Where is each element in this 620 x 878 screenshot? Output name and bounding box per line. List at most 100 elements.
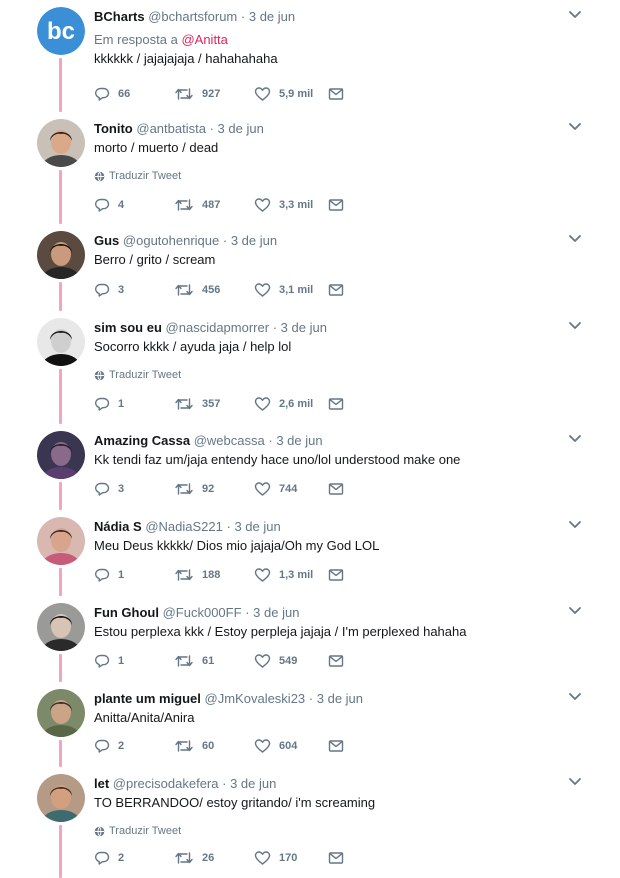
retweet-button[interactable]: 60 — [174, 738, 254, 754]
chevron-down-icon[interactable] — [568, 434, 582, 444]
direct-message-button[interactable] — [328, 397, 352, 411]
direct-message-button[interactable] — [328, 198, 352, 212]
reply-button[interactable]: 2 — [94, 850, 174, 866]
direct-message-button[interactable] — [328, 283, 352, 297]
retweet-icon — [174, 282, 202, 298]
chevron-down-icon[interactable] — [568, 234, 582, 244]
avatar[interactable] — [37, 231, 85, 279]
tweet[interactable]: plante um miguel @JmKovaleski23 · 3 de j… — [0, 682, 620, 767]
chevron-down-icon[interactable] — [568, 122, 582, 132]
retweet-button[interactable]: 487 — [174, 197, 254, 213]
reply-mention[interactable]: @Anitta — [181, 32, 227, 47]
avatar[interactable]: bc — [37, 7, 85, 55]
tweet[interactable]: Fun Ghoul @Fuck000FF · 3 de jun Estou pe… — [0, 596, 620, 682]
direct-message-button[interactable] — [328, 482, 352, 496]
tweet-date[interactable]: 3 de jun — [234, 519, 280, 534]
direct-message-button[interactable] — [328, 654, 352, 668]
retweet-button[interactable]: 61 — [174, 653, 254, 669]
retweet-icon — [174, 850, 202, 866]
avatar[interactable] — [37, 431, 85, 479]
tweet[interactable]: sim sou eu @nascidapmorrer · 3 de jun So… — [0, 311, 620, 424]
tweet-date[interactable]: 3 de jun — [230, 776, 276, 791]
author-handle[interactable]: @ogutohenrique — [123, 233, 219, 248]
author-handle[interactable]: @JmKovaleski23 — [205, 691, 306, 706]
chevron-down-icon[interactable] — [568, 10, 582, 20]
reply-button[interactable]: 2 — [94, 738, 174, 754]
avatar[interactable] — [37, 119, 85, 167]
like-button[interactable]: 3,3 mil — [254, 197, 328, 213]
like-button[interactable]: 5,9 mil — [254, 86, 328, 102]
direct-message-button[interactable] — [328, 568, 352, 582]
direct-message-button[interactable] — [328, 87, 352, 101]
author-handle[interactable]: @NadiaS221 — [145, 519, 223, 534]
translate-link[interactable]: Traduzir Tweet — [94, 169, 580, 183]
chevron-down-icon[interactable] — [568, 692, 582, 702]
chevron-down-icon[interactable] — [568, 777, 582, 787]
tweet-date[interactable]: 3 de jun — [253, 605, 299, 620]
like-button[interactable]: 1,3 mil — [254, 567, 328, 583]
avatar[interactable] — [37, 774, 85, 822]
translate-link[interactable]: Traduzir Tweet — [94, 368, 580, 382]
author-name[interactable]: Amazing Cassa — [94, 433, 190, 448]
retweet-button[interactable]: 456 — [174, 282, 254, 298]
author-name[interactable]: Fun Ghoul — [94, 605, 159, 620]
reply-button[interactable]: 66 — [94, 86, 174, 102]
chevron-down-icon[interactable] — [568, 606, 582, 616]
author-handle[interactable]: @nascidapmorrer — [166, 320, 270, 335]
like-button[interactable]: 604 — [254, 738, 328, 754]
author-handle[interactable]: @antbatista — [136, 121, 206, 136]
retweet-button[interactable]: 92 — [174, 481, 254, 497]
tweet[interactable]: Tonito @antbatista · 3 de jun morto / mu… — [0, 112, 620, 224]
direct-message-button[interactable] — [328, 851, 352, 865]
reply-button[interactable]: 1 — [94, 396, 174, 412]
retweet-button[interactable]: 188 — [174, 567, 254, 583]
reply-button[interactable]: 3 — [94, 481, 174, 497]
direct-message-button[interactable] — [328, 739, 352, 753]
avatar[interactable] — [37, 603, 85, 651]
author-name[interactable]: let — [94, 776, 109, 791]
retweet-button[interactable]: 26 — [174, 850, 254, 866]
tweet-date[interactable]: 3 de jun — [281, 320, 327, 335]
author-name[interactable]: Gus — [94, 233, 119, 248]
author-handle[interactable]: @precisodakefera — [113, 776, 219, 791]
avatar[interactable] — [37, 318, 85, 366]
chevron-down-icon[interactable] — [568, 520, 582, 530]
tweet[interactable]: Nádia S @NadiaS221 · 3 de jun Meu Deus k… — [0, 510, 620, 596]
heart-icon — [254, 653, 279, 669]
like-button[interactable]: 3,1 mil — [254, 282, 328, 298]
author-name[interactable]: Tonito — [94, 121, 133, 136]
like-button[interactable]: 170 — [254, 850, 328, 866]
tweet-date[interactable]: 3 de jun — [218, 121, 264, 136]
translate-link[interactable]: Traduzir Tweet — [94, 824, 580, 838]
tweet[interactable]: Gus @ogutohenrique · 3 de jun Berro / gr… — [0, 224, 620, 311]
chevron-down-icon[interactable] — [568, 321, 582, 331]
author-name[interactable]: Nádia S — [94, 519, 142, 534]
reply-count: 1 — [118, 398, 125, 410]
retweet-button[interactable]: 927 — [174, 86, 254, 102]
tweet[interactable]: Amazing Cassa @webcassa · 3 de jun Kk te… — [0, 424, 620, 510]
like-button[interactable]: 549 — [254, 653, 328, 669]
tweet[interactable]: bc BCharts @bchartsforum · 3 de jun Em r… — [0, 0, 620, 112]
author-handle[interactable]: @Fuck000FF — [163, 605, 242, 620]
author-name[interactable]: sim sou eu — [94, 320, 162, 335]
retweet-button[interactable]: 357 — [174, 396, 254, 412]
reply-button[interactable]: 4 — [94, 197, 174, 213]
reply-button[interactable]: 3 — [94, 282, 174, 298]
author-name[interactable]: plante um miguel — [94, 691, 201, 706]
tweet-date[interactable]: 3 de jun — [249, 9, 295, 24]
reply-button[interactable]: 1 — [94, 567, 174, 583]
like-button[interactable]: 2,6 mil — [254, 396, 328, 412]
tweet-actions: 1 61 549 — [94, 652, 352, 670]
avatar[interactable] — [37, 517, 85, 565]
author-handle[interactable]: @bchartsforum — [148, 9, 237, 24]
tweet[interactable]: let @precisodakefera · 3 de jun TO BERRA… — [0, 767, 620, 878]
translate-label: Traduzir Tweet — [109, 369, 182, 381]
author-handle[interactable]: @webcassa — [194, 433, 265, 448]
avatar[interactable] — [37, 689, 85, 737]
tweet-date[interactable]: 3 de jun — [317, 691, 363, 706]
author-name[interactable]: BCharts — [94, 9, 145, 24]
tweet-date[interactable]: 3 de jun — [276, 433, 322, 448]
like-button[interactable]: 744 — [254, 481, 328, 497]
tweet-date[interactable]: 3 de jun — [231, 233, 277, 248]
reply-button[interactable]: 1 — [94, 653, 174, 669]
